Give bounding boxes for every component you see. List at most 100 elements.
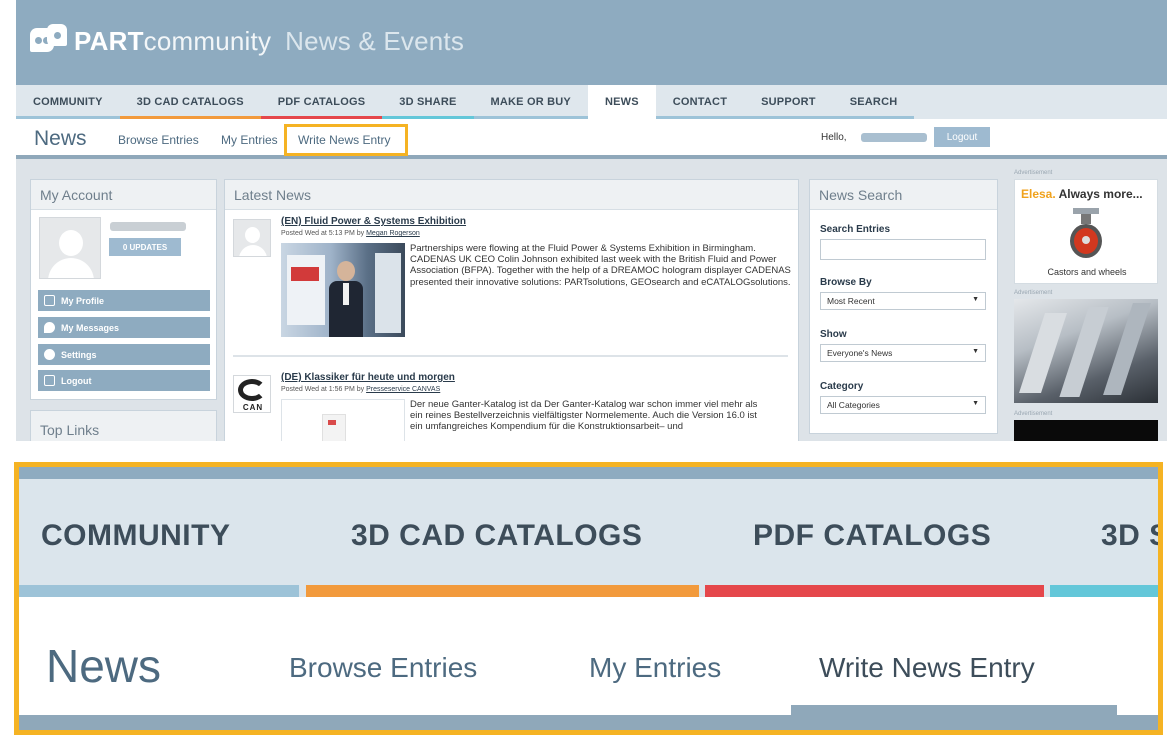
chat-icon <box>44 322 55 333</box>
nav-support[interactable]: SUPPORT <box>744 85 833 119</box>
news-search-title: News Search <box>810 180 997 210</box>
nav-label: 3D SHARE <box>399 96 457 108</box>
top-links-title: Top Links <box>31 411 216 441</box>
news-photo[interactable] <box>281 243 405 337</box>
nav-label: NEWS <box>604 96 639 108</box>
nav-label: PDF CATALOGS <box>277 96 366 108</box>
settings-button[interactable]: Settings <box>38 344 210 365</box>
zoom-nav-pdf-catalogs[interactable]: PDF CATALOGS <box>753 519 991 553</box>
nav-3d-share[interactable]: 3D SHARE <box>382 85 474 119</box>
brand-bold: PART <box>74 25 144 56</box>
ad-column: Advertisement Elesa. Always more... Cast… <box>1014 170 1158 441</box>
zoom-nav-community[interactable]: COMMUNITY <box>41 519 230 553</box>
author-avatar[interactable] <box>233 219 271 257</box>
dropdown-arrow-icon: ▼ <box>972 296 979 303</box>
nav-label: COMMUNITY <box>33 96 103 108</box>
page-title: News <box>34 127 87 150</box>
nav-3d-cad-catalogs[interactable]: 3D CAD CATALOGS <box>119 85 261 119</box>
ad-tagline: Always more... <box>1058 187 1143 201</box>
zoom-underline-community <box>19 585 299 597</box>
browse-by-select[interactable]: Most Recent ▼ <box>820 292 986 310</box>
news-excerpt: Der neue Ganter-Katalog ist da Der Gante… <box>410 399 758 433</box>
nav-pdf-catalogs[interactable]: PDF CATALOGS <box>260 85 383 119</box>
browse-by-label: Browse By <box>820 277 872 288</box>
updates-badge[interactable]: 0 UPDATES <box>109 238 181 256</box>
menu-label: My Messages <box>61 322 120 333</box>
ad-headline: Elesa. Always more... <box>1021 187 1143 201</box>
logout-button[interactable]: Logout <box>934 127 990 147</box>
my-messages-button[interactable]: My Messages <box>38 317 210 338</box>
nav-community[interactable]: COMMUNITY <box>16 85 120 119</box>
news-item: (EN) Fluid Power & Systems Exhibition Po… <box>233 216 793 346</box>
logout-icon <box>44 375 55 386</box>
dark-ad[interactable] <box>1014 420 1158 441</box>
news-item: CAN (DE) Klassiker für heute und morgen … <box>233 372 793 441</box>
elesa-ad[interactable]: Elesa. Always more... Castors and wheels <box>1014 179 1158 284</box>
account-name-redacted <box>110 222 186 231</box>
logo-text: CAN <box>242 403 264 412</box>
zoom-nav-3d-share[interactable]: 3D S <box>1101 519 1158 553</box>
ad-caption: Castors and wheels <box>1047 267 1127 277</box>
hello-text: Hello, <box>821 132 847 143</box>
nav-label: SUPPORT <box>761 96 816 108</box>
nav-label: MAKE OR BUY <box>490 96 571 108</box>
search-input[interactable] <box>820 239 986 260</box>
ad-label: Advertisement <box>1014 170 1053 176</box>
menu-label: My Profile <box>61 295 105 306</box>
zoom-nav-3d-cad-catalogs[interactable]: 3D CAD CATALOGS <box>351 519 642 553</box>
zoom-my-entries[interactable]: My Entries <box>589 652 721 684</box>
brand-light: community <box>143 25 272 56</box>
zoom-browse-entries[interactable]: Browse Entries <box>289 652 477 684</box>
nav-news[interactable]: NEWS <box>587 85 656 119</box>
ad-label: Advertisement <box>1014 290 1053 296</box>
write-news-entry-link[interactable]: Write News Entry <box>298 133 390 147</box>
news-meta-text: Posted Wed at 1:56 PM by <box>281 386 365 393</box>
dropdown-arrow-icon: ▼ <box>972 400 979 407</box>
sub-nav: News Browse Entries My Entries Write New… <box>16 119 1167 159</box>
news-title-link[interactable]: (EN) Fluid Power & Systems Exhibition <box>281 216 466 227</box>
latest-news-panel: Latest News (EN) Fluid Power & Systems E… <box>224 179 799 441</box>
top-links-panel: Top Links <box>30 410 217 441</box>
news-divider <box>233 355 788 357</box>
category-label: Category <box>820 381 864 392</box>
zoom-underline-pdf <box>705 585 1044 597</box>
news-title-link[interactable]: (DE) Klassiker für heute und morgen <box>281 372 455 383</box>
select-value: Most Recent <box>827 296 875 306</box>
my-account-title: My Account <box>31 180 216 210</box>
brand-section: News & Events <box>285 25 465 56</box>
username-redacted <box>861 133 927 142</box>
news-meta: Posted Wed at 1:56 PM by Presseservice C… <box>281 386 440 393</box>
browse-entries-link[interactable]: Browse Entries <box>118 133 199 147</box>
zoom-page-title: News <box>46 640 162 692</box>
news-author-link[interactable]: Presseservice CANVAS <box>366 386 440 393</box>
list-icon <box>44 295 55 306</box>
show-select[interactable]: Everyone's News ▼ <box>820 344 986 362</box>
nav-label: SEARCH <box>849 96 898 108</box>
zoom-write-news-entry[interactable]: Write News Entry <box>819 652 1035 684</box>
my-entries-link[interactable]: My Entries <box>221 133 278 147</box>
logout-menu-button[interactable]: Logout <box>38 370 210 391</box>
show-label: Show <box>820 329 847 340</box>
nav-label: 3D CAD CATALOGS <box>136 96 244 108</box>
avatar[interactable] <box>39 217 101 279</box>
nav-label: CONTACT <box>672 96 728 108</box>
brand-name: PARTcommunity News & Events <box>74 26 464 57</box>
news-author-link[interactable]: Megan Rogerson <box>366 230 420 237</box>
category-select[interactable]: All Categories ▼ <box>820 396 986 414</box>
nav-make-or-buy[interactable]: MAKE OR BUY <box>473 85 588 119</box>
nav-contact[interactable]: CONTACT <box>655 85 745 119</box>
site-logo[interactable]: PARTcommunity News & Events <box>30 24 464 58</box>
dropdown-arrow-icon: ▼ <box>972 348 979 355</box>
news-search-panel: News Search Search Entries Browse By Mos… <box>809 179 998 434</box>
profile-ad[interactable] <box>1014 299 1158 403</box>
author-logo[interactable]: CAN <box>233 375 271 413</box>
search-entries-label: Search Entries <box>820 224 891 235</box>
menu-label: Logout <box>61 375 92 386</box>
my-profile-button[interactable]: My Profile <box>38 290 210 311</box>
ad-brand: Elesa. <box>1021 187 1056 201</box>
nav-search[interactable]: SEARCH <box>832 85 915 119</box>
news-meta-text: Posted Wed at 5:13 PM by <box>281 230 365 237</box>
select-value: All Categories <box>827 400 880 410</box>
news-photo[interactable] <box>281 399 405 441</box>
news-meta: Posted Wed at 5:13 PM by Megan Rogerson <box>281 230 420 237</box>
